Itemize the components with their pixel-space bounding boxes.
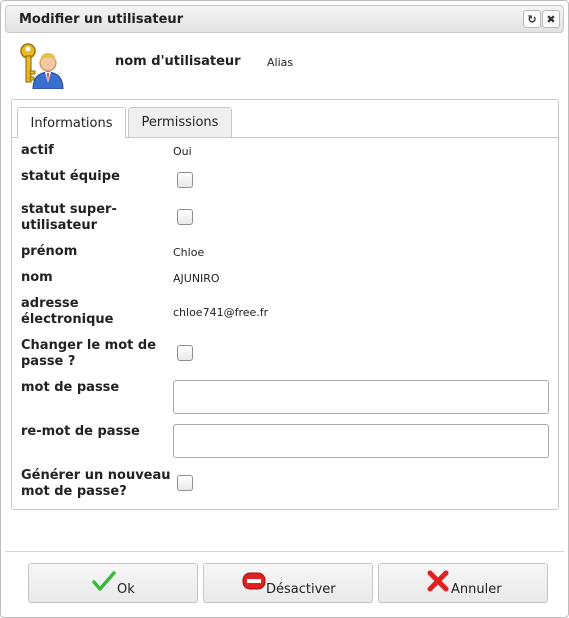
mot-de-passe-input[interactable] (173, 380, 549, 414)
cancel-button[interactable]: Annuler (378, 563, 548, 603)
close-icon: ✖ (546, 12, 556, 26)
minus-circle-icon (242, 572, 266, 590)
email-label-line2: électronique (21, 312, 114, 327)
tab-permissions-label: Permissions (141, 115, 219, 130)
statut-equipe-checkbox[interactable] (177, 172, 193, 188)
changer-mdp-label-line1: Changer le mot de (21, 338, 157, 353)
cross-icon (427, 570, 449, 592)
statut-super-checkbox[interactable] (177, 209, 193, 225)
email-value: chloe741@free.fr (173, 306, 269, 319)
statut-super-label-line2: utilisateur (21, 218, 98, 233)
username-label: nom d'utilisateur (115, 54, 241, 69)
generer-mdp-label-line2: mot de passe? (21, 484, 127, 499)
generer-mdp-checkbox[interactable] (177, 475, 193, 491)
close-button[interactable]: ✖ (542, 10, 560, 28)
cancel-button-label: Annuler (451, 582, 502, 597)
email-label: adresse électronique (21, 296, 113, 328)
footer-divider (5, 551, 564, 552)
actif-value: Oui (173, 145, 192, 158)
changer-mdp-label-line2: passe ? (21, 354, 76, 369)
statut-super-label-line1: statut super- (21, 202, 117, 217)
statut-equipe-label: statut équipe (21, 169, 120, 184)
prenom-label: prénom (21, 244, 78, 259)
refresh-button[interactable]: ↻ (523, 10, 541, 28)
mot-de-passe-label: mot de passe (21, 380, 120, 395)
deactivate-button-label: Désactiver (266, 582, 336, 597)
generer-mdp-label-line1: Générer un nouveau (21, 468, 171, 483)
tab-informations-label: Informations (30, 115, 113, 131)
changer-mdp-label: Changer le mot de passe ? (21, 338, 156, 370)
dialog-title: Modifier un utilisateur (19, 12, 184, 27)
ok-button[interactable]: Ok (28, 563, 198, 603)
re-mot-de-passe-label: re-mot de passe (21, 424, 140, 439)
edit-user-dialog: Modifier un utilisateur ↻ ✖ nom d'utilis… (0, 0, 569, 618)
nom-value: AJUNIRO (173, 272, 220, 285)
username-value: Alias (267, 56, 294, 69)
dialog-titlebar: Modifier un utilisateur ↻ ✖ (5, 5, 564, 33)
actif-label: actif (21, 143, 54, 158)
deactivate-button[interactable]: Désactiver (203, 563, 373, 603)
email-label-line1: adresse (21, 296, 79, 311)
generer-mdp-label: Générer un nouveau mot de passe? (21, 468, 171, 500)
re-mot-de-passe-input[interactable] (173, 424, 549, 458)
checkmark-icon (92, 571, 116, 591)
changer-mdp-checkbox[interactable] (177, 345, 193, 361)
tab-permissions[interactable]: Permissions (128, 107, 232, 137)
user-key-icon (20, 43, 64, 89)
ok-button-label: Ok (117, 582, 135, 597)
prenom-value: Chloe (173, 246, 205, 259)
refresh-icon: ↻ (527, 12, 537, 26)
nom-label: nom (21, 270, 53, 285)
tab-informations[interactable]: Informations (17, 107, 126, 138)
statut-super-label: statut super- utilisateur (21, 202, 117, 234)
